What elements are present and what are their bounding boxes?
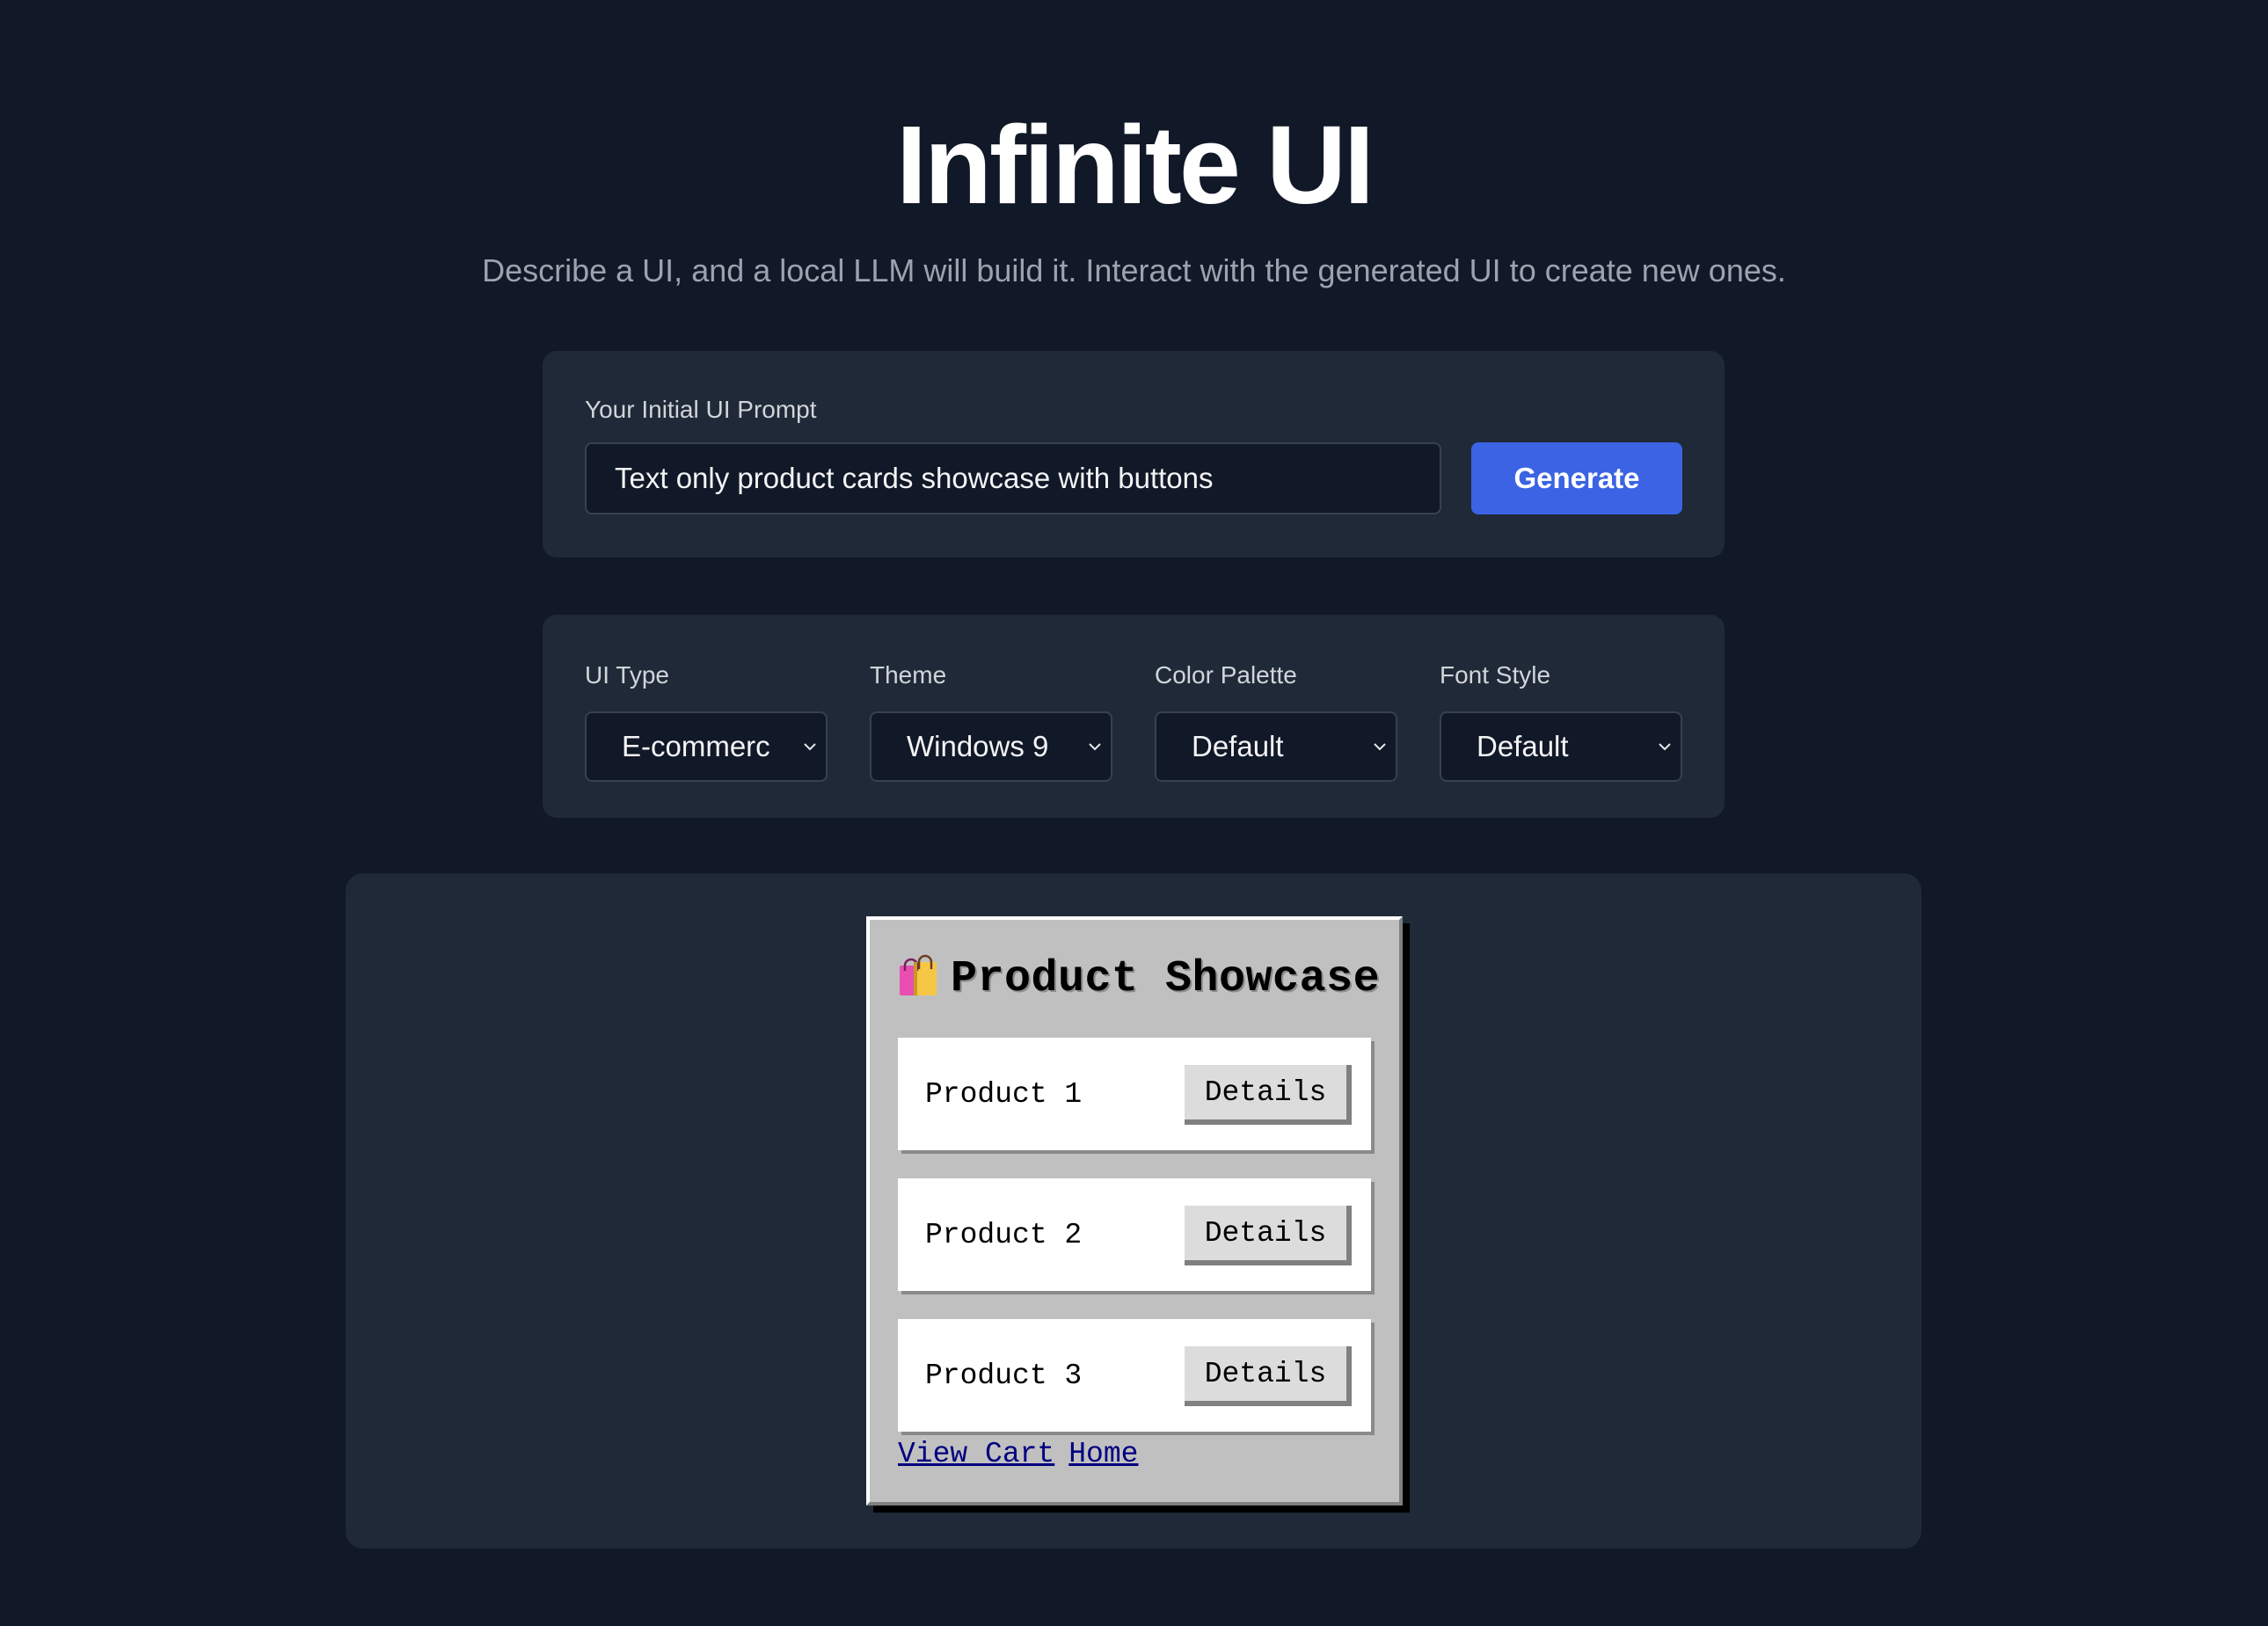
- home-link[interactable]: Home: [1068, 1438, 1138, 1470]
- ui-type-label: UI Type: [585, 661, 669, 689]
- footer-links: View Cart Home: [898, 1437, 1152, 1472]
- page-subtitle: Describe a UI, and a local LLM will buil…: [482, 252, 1786, 288]
- theme-select[interactable]: Windows 9: [870, 711, 1112, 782]
- prompt-label: Your Initial UI Prompt: [585, 396, 817, 423]
- ui-type-option: UI Type E-commerc: [585, 660, 828, 782]
- showcase-title: Product Showcase: [898, 953, 1380, 1006]
- app-page: Infinite UI Describe a UI, and a local L…: [0, 0, 2268, 1626]
- prompt-panel: Your Initial UI Prompt Generate: [543, 351, 1725, 558]
- page-title: Infinite UI: [896, 103, 1375, 227]
- generated-ui-window: Product Showcase Product 1 Details Produ…: [866, 916, 1403, 1506]
- ui-type-select[interactable]: E-commerc: [585, 711, 828, 782]
- product-name: Product 3: [925, 1360, 1083, 1392]
- font-style-select[interactable]: Default: [1440, 711, 1682, 782]
- prompt-input[interactable]: [585, 442, 1441, 514]
- product-name: Product 2: [925, 1219, 1083, 1251]
- color-palette-select[interactable]: Default: [1155, 711, 1397, 782]
- color-palette-value: Default: [1192, 730, 1284, 762]
- chevron-down-icon: [1089, 743, 1101, 751]
- theme-label: Theme: [870, 661, 947, 689]
- options-panel: UI Type E-commerc Theme Windows 9 Color …: [543, 615, 1725, 818]
- font-style-label: Font Style: [1440, 661, 1551, 689]
- chevron-down-icon: [1659, 743, 1671, 751]
- details-button[interactable]: Details: [1185, 1065, 1352, 1125]
- showcase-title-text: Product Showcase: [951, 954, 1381, 1004]
- ui-type-value: E-commerc: [622, 730, 770, 762]
- font-style-option: Font Style Default: [1440, 660, 1682, 782]
- color-palette-label: Color Palette: [1155, 661, 1297, 689]
- font-style-value: Default: [1477, 730, 1569, 762]
- details-button[interactable]: Details: [1185, 1346, 1352, 1406]
- chevron-down-icon: [1374, 743, 1386, 751]
- chevron-down-icon: [804, 743, 816, 751]
- view-cart-link[interactable]: View Cart: [898, 1438, 1054, 1470]
- product-card: Product 3 Details: [898, 1319, 1371, 1432]
- product-card: Product 2 Details: [898, 1178, 1371, 1291]
- shopping-bags-icon: [900, 954, 937, 995]
- generate-button[interactable]: Generate: [1471, 442, 1682, 514]
- product-name: Product 1: [925, 1078, 1083, 1111]
- color-palette-option: Color Palette Default: [1155, 660, 1397, 782]
- details-button[interactable]: Details: [1185, 1206, 1352, 1265]
- theme-option: Theme Windows 9: [870, 660, 1112, 782]
- product-card: Product 1 Details: [898, 1038, 1371, 1150]
- theme-value: Windows 9: [907, 730, 1049, 762]
